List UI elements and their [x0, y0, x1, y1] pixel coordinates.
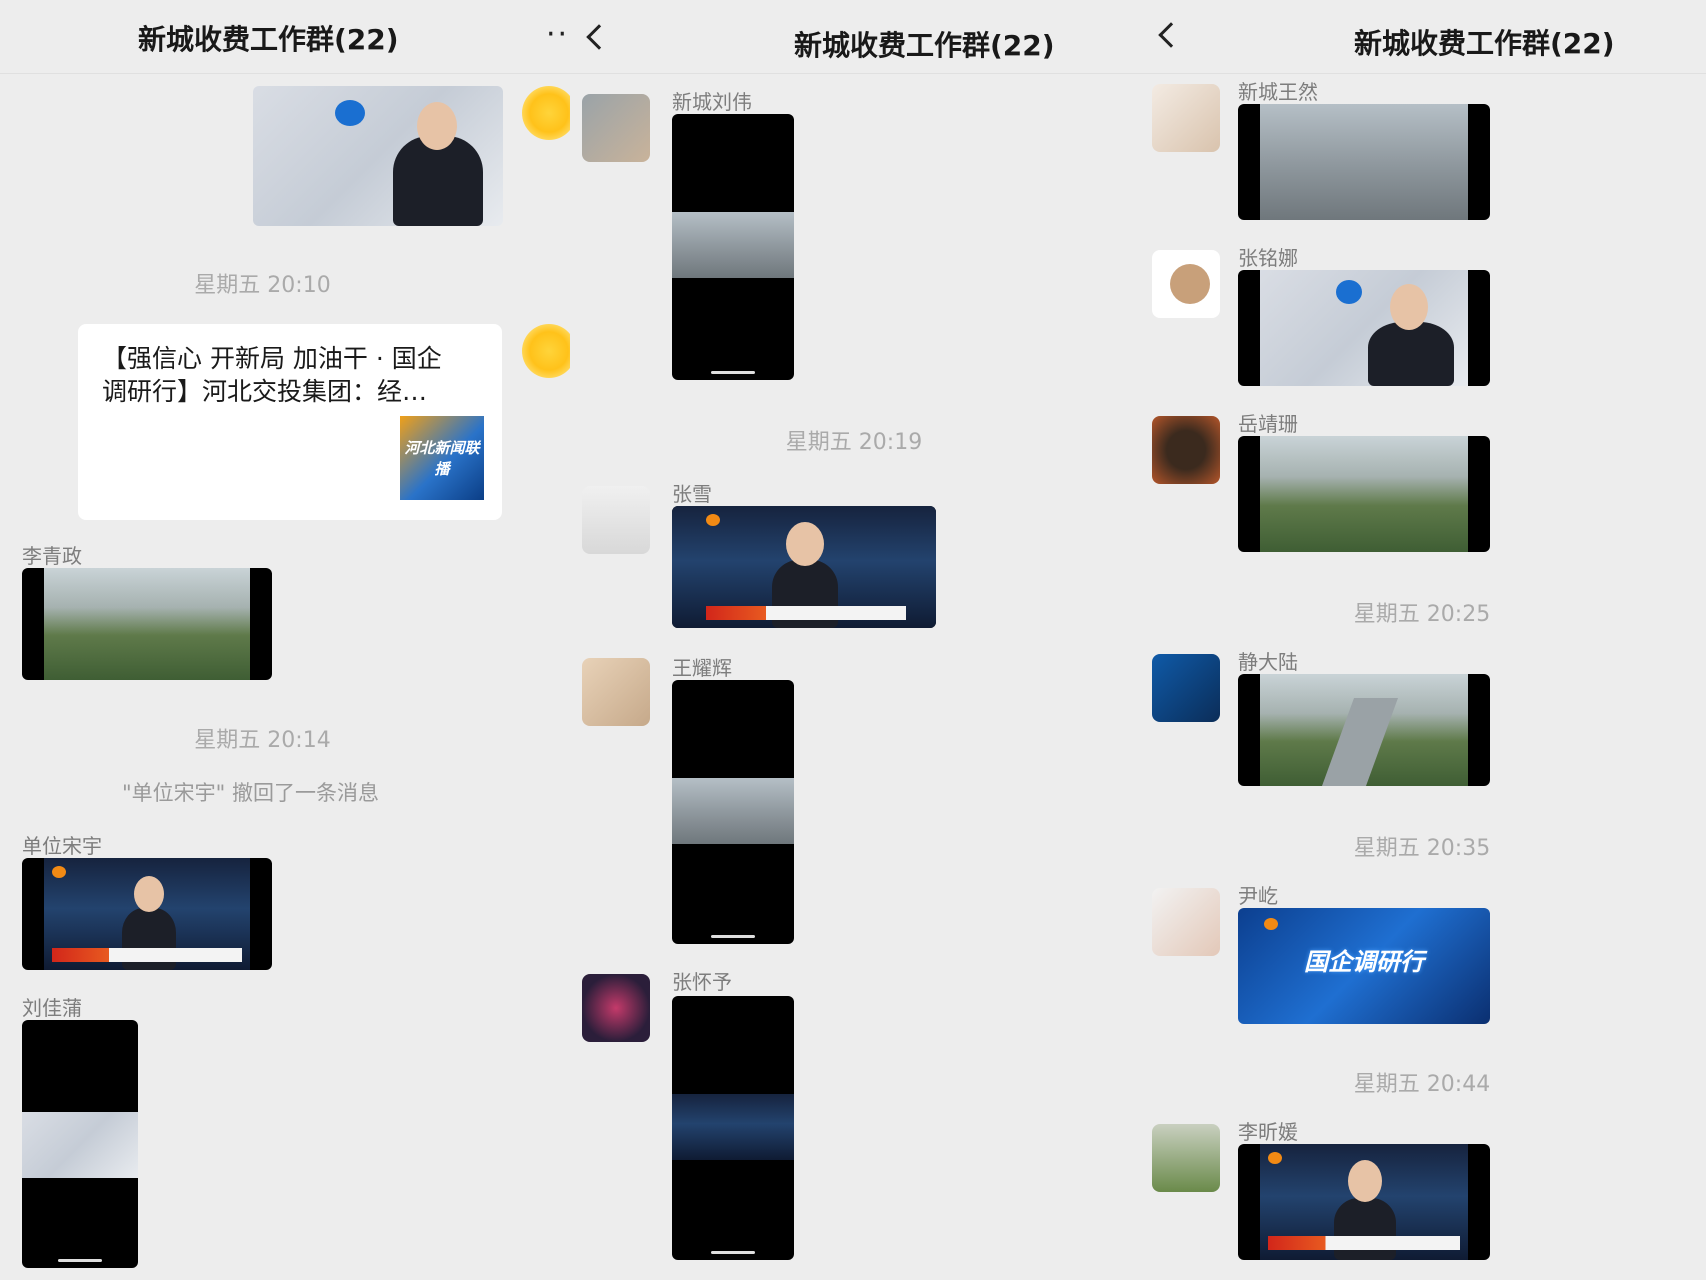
video-message[interactable]	[22, 568, 272, 680]
tv-logo-icon	[1268, 1152, 1282, 1164]
video-message[interactable]	[1238, 270, 1490, 386]
video-scene	[672, 778, 794, 844]
video-message[interactable]	[1238, 104, 1490, 220]
chat-panel-3: 新城收费工作群(22) 新城王然 张铭娜 岳靖珊 星期五 20:25 静大陆 星…	[1138, 0, 1706, 1280]
video-message[interactable]	[22, 1020, 138, 1268]
avatar[interactable]	[1152, 416, 1220, 484]
video-scene	[672, 1094, 794, 1160]
sender-name: 新城刘伟	[672, 90, 752, 114]
news-anchor-head	[134, 876, 164, 912]
avatar[interactable]	[1152, 1124, 1220, 1192]
video-message[interactable]	[672, 114, 794, 380]
timestamp: 星期五 20:14	[194, 728, 331, 753]
avatar[interactable]	[582, 658, 650, 726]
video-title-overlay: 国企调研行	[1304, 948, 1424, 976]
company-logo-icon	[335, 100, 365, 126]
news-anchor-head	[786, 522, 824, 566]
tv-logo-icon	[52, 866, 66, 878]
timestamp: 星期五 20:25	[1353, 602, 1491, 627]
sender-name: 张铭娜	[1238, 246, 1298, 270]
sender-name: 尹屹	[1238, 884, 1278, 908]
avatar[interactable]	[582, 94, 650, 162]
link-card-thumbnail: 河北新闻联播	[400, 416, 484, 500]
sender-name: 李青政	[22, 544, 82, 568]
video-scene	[22, 1112, 138, 1178]
sender-name: 李昕媛	[1238, 1120, 1298, 1144]
sender-name: 王耀辉	[672, 656, 732, 680]
video-scene	[1260, 104, 1468, 220]
link-card-message[interactable]: 【强信心 开新局 加油干 · 国企调研行】河北交投集团：经… 河北新闻联播	[78, 324, 502, 520]
tv-logo-icon	[706, 514, 720, 526]
video-message[interactable]	[1238, 436, 1490, 552]
sender-name: 单位宋宇	[22, 834, 102, 858]
sender-name: 张雪	[672, 482, 712, 506]
more-icon[interactable]: ··	[546, 20, 569, 50]
sender-name: 岳靖珊	[1238, 412, 1298, 436]
chat-title: 新城收费工作群(22)	[1354, 27, 1615, 60]
news-anchor-head	[1348, 1160, 1382, 1202]
company-logo-icon	[1336, 280, 1362, 304]
back-icon[interactable]	[1158, 22, 1184, 48]
video-scene	[44, 568, 250, 680]
sun-avatar-icon[interactable]	[522, 324, 570, 378]
back-icon[interactable]	[586, 24, 612, 50]
avatar[interactable]	[1152, 888, 1220, 956]
chat-title: 新城收费工作群(22)	[794, 29, 1055, 62]
sender-name: 静大陆	[1238, 650, 1298, 674]
sender-name: 刘佳蒲	[22, 996, 82, 1020]
sender-name: 张怀予	[672, 970, 732, 994]
chat-header: 新城收费工作群(22)	[570, 0, 1138, 74]
chat-panel-1: 新城收费工作群(22) ·· 星期五 20:10 【强信心 开新局 加油干 · …	[0, 0, 570, 1280]
video-progress-bar	[711, 935, 755, 938]
timestamp: 星期五 20:10	[194, 273, 331, 298]
video-message[interactable]	[253, 86, 503, 226]
video-progress-bar	[711, 371, 755, 374]
link-card-title: 【强信心 开新局 加油干 · 国企调研行】河北交投集团：经…	[102, 344, 442, 406]
recall-notice: "单位宋宇" 撤回了一条消息	[122, 781, 379, 805]
video-message[interactable]	[1238, 1144, 1490, 1260]
video-message[interactable]	[22, 858, 272, 970]
news-anchor	[1334, 1198, 1396, 1260]
chat-title: 新城收费工作群(22)	[138, 23, 399, 56]
timestamp: 星期五 20:35	[1353, 836, 1491, 861]
avatar[interactable]	[1152, 654, 1220, 722]
avatar[interactable]	[582, 486, 650, 554]
video-scene	[1260, 436, 1468, 552]
video-message[interactable]	[1238, 674, 1490, 786]
avatar[interactable]	[1152, 84, 1220, 152]
tv-logo-icon	[1264, 918, 1278, 930]
timestamp: 星期五 20:44	[1353, 1072, 1491, 1097]
video-person-head	[1390, 284, 1428, 330]
video-progress-bar	[58, 1259, 102, 1262]
sender-name: 新城王然	[1238, 80, 1318, 104]
sun-avatar-icon[interactable]	[522, 86, 570, 140]
avatar[interactable]	[582, 974, 650, 1042]
bear-icon	[1170, 264, 1210, 304]
video-person-head	[417, 102, 457, 150]
timestamp: 星期五 20:19	[785, 430, 923, 455]
news-ticker	[706, 606, 906, 620]
video-scene	[672, 212, 794, 278]
video-progress-bar	[711, 1251, 755, 1254]
chat-header: 新城收费工作群(22)	[1138, 0, 1706, 74]
thumbnail-label: 河北新闻联播	[404, 439, 480, 478]
video-person	[1368, 322, 1454, 386]
video-message[interactable]	[672, 506, 936, 628]
video-message[interactable]	[672, 996, 794, 1260]
avatar[interactable]	[1152, 250, 1220, 318]
news-ticker	[1268, 1236, 1460, 1250]
video-message[interactable]	[672, 680, 794, 944]
chat-header: 新城收费工作群(22) ··	[0, 0, 570, 74]
chat-panel-2: 新城收费工作群(22) 新城刘伟 星期五 20:19 张雪 王耀辉 张怀予	[570, 0, 1138, 1280]
news-ticker	[52, 948, 242, 962]
video-message[interactable]: 国企调研行	[1238, 908, 1490, 1024]
